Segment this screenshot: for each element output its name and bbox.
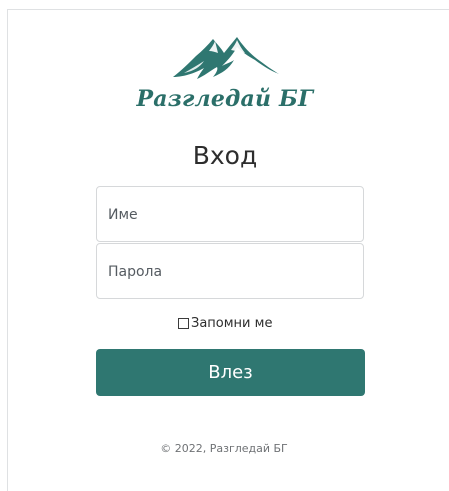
top-border-line xyxy=(7,9,449,10)
remember-me-control[interactable]: Запомни ме xyxy=(178,314,272,332)
login-form: Запомни ме Влез xyxy=(96,186,366,398)
remember-me-checkbox[interactable] xyxy=(178,317,189,329)
username-field-box xyxy=(96,186,364,242)
left-border-line xyxy=(7,9,8,491)
footer-copyright: © 2022, Разгледай БГ xyxy=(160,442,288,455)
password-input[interactable] xyxy=(108,262,348,282)
login-page: Разгледай БГ Вход Запомни ме Влез © 2022… xyxy=(0,0,449,491)
password-field-box xyxy=(96,243,364,299)
login-button[interactable]: Влез xyxy=(96,349,365,396)
page-title: Вход xyxy=(192,141,258,170)
remember-me-label: Запомни ме xyxy=(191,315,273,331)
username-input[interactable] xyxy=(108,205,348,225)
brand-name: Разгледай БГ xyxy=(136,86,314,112)
mountain-logo-icon xyxy=(173,37,279,79)
